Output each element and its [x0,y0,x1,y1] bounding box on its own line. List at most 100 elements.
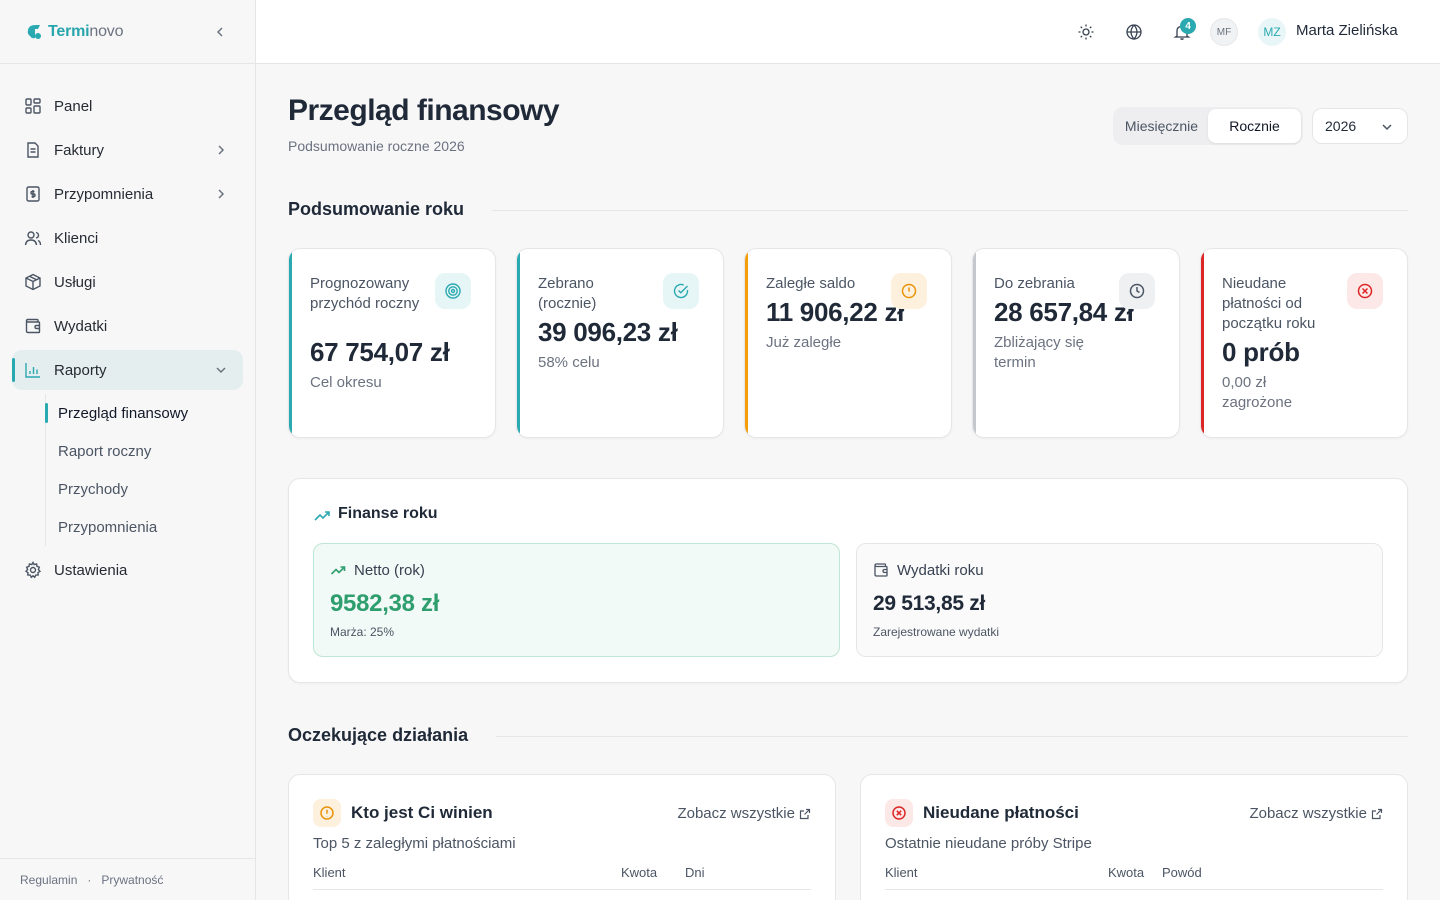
page-subtitle: Podsumowanie roczne 2026 [288,138,465,154]
chevron-down-icon [1379,119,1395,135]
chevron-right-icon [213,186,229,202]
net-note: Marża: 25% [330,625,395,639]
sidebar-item-label: Klienci [54,229,99,247]
owed-description: Top 5 z zaległymi płatnościami [313,835,516,852]
column-header-client[interactable]: Klient [885,865,918,880]
kpi-label: Nieudane płatności od początku roku [1222,275,1316,332]
gear-icon [24,561,42,579]
column-header-amount[interactable]: Kwota [1108,865,1144,880]
column-header-days[interactable]: Dni [685,865,705,880]
section-divider [496,736,1408,737]
sidebar-item-label: Wydatki [54,317,108,335]
sidebar-item-klienci[interactable]: Klienci [12,218,243,258]
sidebar-item-label: Faktury [54,141,105,159]
kpi-card-to-collect: Do zebrania 28 657,84 zł Zbliżający się … [972,248,1180,438]
finance-title: Finanse roku [338,505,438,522]
privacy-link[interactable]: Prywatność [101,873,163,887]
year-select[interactable]: 2026 [1312,108,1408,144]
sidebar-item-raporty[interactable]: Raporty [12,350,243,390]
net-value: 9582,38 zł [330,590,440,617]
table-header-divider [313,889,811,890]
sidebar-subitem-przychody[interactable]: Przychody [45,470,255,508]
section-divider [492,210,1408,211]
raporty-submenu: Przegląd finansowy Raport roczny Przycho… [45,394,255,546]
dashboard-icon [24,97,42,115]
secondary-avatar[interactable]: MF [1210,18,1238,46]
kpi-card-collected: Zebrano (rocznie) 39 096,23 zł 58% celu [516,248,724,438]
column-header-amount[interactable]: Kwota [621,865,657,880]
target-icon [435,273,471,309]
topbar: 4 MF MZ Marta Zielińska [256,0,1440,64]
expenses-note: Zarejestrowane wydatki [873,625,1000,639]
failed-description: Ostatnie nieudane próby Stripe [885,835,1092,852]
kpi-card-failed: Nieudane płatności od początku roku 0 pr… [1200,248,1408,438]
failed-payments-card: Nieudane płatności Zobacz wszystkie Osta… [860,774,1408,900]
check-circle-icon [663,273,699,309]
kpi-value: 11 906,22 zł [766,297,905,327]
sidebar-subitem-przypomnienia[interactable]: Przypomnienia [45,508,255,546]
kpi-card-forecast: Prognozowany przychód roczny 67 754,07 z… [288,248,496,438]
section-title-pending: Oczekujące działania [288,725,469,745]
table-header-divider [885,889,1383,890]
user-avatar[interactable]: MZ [1258,18,1286,46]
period-monthly-option[interactable]: Miesięcznie [1115,109,1208,143]
x-circle-icon [1347,273,1383,309]
sidebar-subitem-przeglad[interactable]: Przegląd finansowy [45,394,255,432]
user-name[interactable]: Marta Zielińska [1296,22,1398,39]
column-header-client[interactable]: Klient [313,865,346,880]
sidebar-item-wydatki[interactable]: Wydatki [12,306,243,346]
failed-title: Nieudane płatności [923,803,1079,822]
notification-badge: 4 [1180,18,1196,34]
failed-see-all-link[interactable]: Zobacz wszystkie [1249,805,1383,822]
page-title: Przegląd finansowy [288,94,560,127]
kpi-note: 58% celu [538,354,600,371]
sidebar-item-label: Raporty [54,361,107,379]
owed-see-all-link[interactable]: Zobacz wszystkie [677,805,811,822]
external-link-icon [799,808,811,820]
alert-circle-icon [891,273,927,309]
kpi-note: Już zaległe [766,334,842,351]
sidebar-subitem-raport-roczny[interactable]: Raport roczny [45,432,255,470]
see-all-label: Zobacz wszystkie [1249,805,1367,822]
theme-toggle-icon[interactable] [1076,22,1096,42]
invoice-icon [24,141,42,159]
dollar-doc-icon [24,185,42,203]
sidebar-item-label: Panel [54,97,93,115]
expenses-value: 29 513,85 zł [873,592,985,615]
kpi-value: 39 096,23 zł [538,317,678,347]
globe-icon[interactable] [1124,22,1144,42]
sidebar-item-label: Ustawienia [54,561,128,579]
finance-panel: Finanse roku Netto (rok) 9582,38 zł Marż… [288,478,1408,683]
clock-icon [1119,273,1155,309]
owed-title: Kto jest Ci winien [351,803,493,822]
period-toggle: Miesięcznie Rocznie [1113,107,1303,145]
logo-icon [27,24,41,39]
x-circle-icon [885,799,913,827]
sidebar-item-panel[interactable]: Panel [12,86,243,126]
expenses-card: Wydatki roku 29 513,85 zł Zarejestrowane… [856,543,1383,657]
sidebar-item-ustawienia[interactable]: Ustawienia [12,550,243,590]
wallet-icon [873,562,889,578]
separator-dot: · [87,872,92,887]
terms-link[interactable]: Regulamin [20,873,77,887]
sidebar-item-przypomnienia[interactable]: Przypomnienia [12,174,243,214]
chevron-down-icon [213,362,229,378]
trending-up-icon [330,562,346,578]
kpi-label: Do zebrania [994,275,1075,292]
package-icon [24,273,42,291]
kpi-label: Zebrano (rocznie) [538,275,597,312]
period-yearly-option[interactable]: Rocznie [1208,109,1301,143]
chevron-right-icon [213,142,229,158]
collapse-sidebar-icon[interactable] [210,22,230,42]
kpi-card-overdue: Zaległe saldo 11 906,22 zł Już zaległe [744,248,952,438]
bar-chart-icon [24,361,42,379]
kpi-label: Zaległe saldo [766,275,856,292]
sidebar-item-uslugi[interactable]: Usługi [12,262,243,302]
sidebar-item-label: Przypomnienia [54,185,154,203]
sidebar-item-faktury[interactable]: Faktury [12,130,243,170]
kpi-value: 0 prób [1222,337,1300,367]
users-icon [24,229,42,247]
kpi-note: 0,00 zł zagrożone [1222,374,1293,411]
column-header-reason[interactable]: Powód [1162,865,1202,880]
kpi-value: 67 754,07 zł [310,337,450,367]
